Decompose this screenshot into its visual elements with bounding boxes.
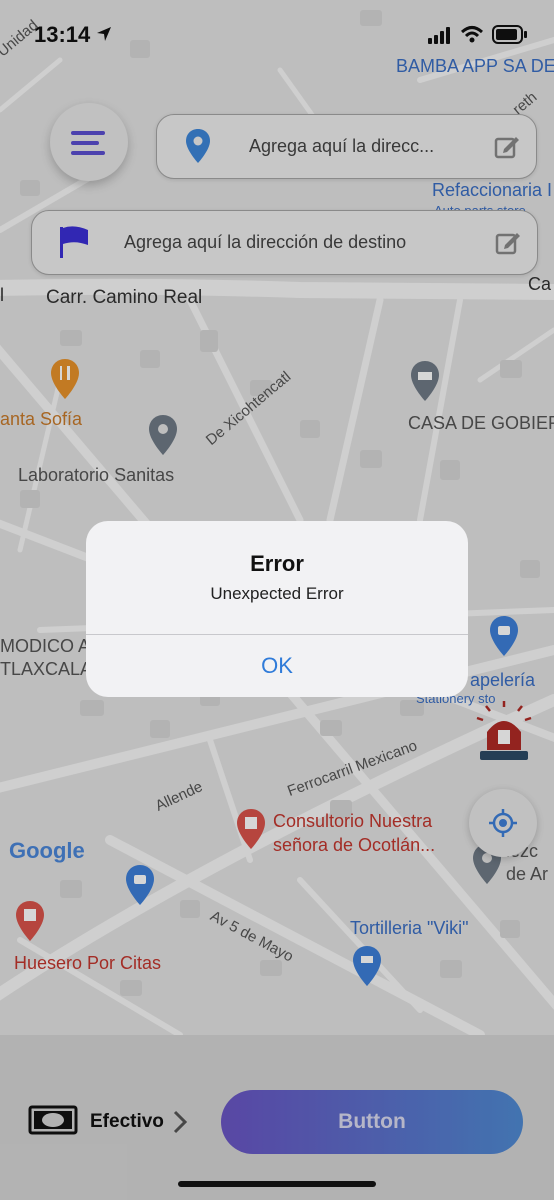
home-indicator[interactable] [178, 1181, 376, 1187]
alert-title: Error [250, 551, 304, 576]
alert-ok-button[interactable]: OK [86, 635, 468, 697]
error-alert-dialog: Error Unexpected Error OK [86, 521, 468, 697]
alert-message: Unexpected Error [210, 584, 344, 603]
